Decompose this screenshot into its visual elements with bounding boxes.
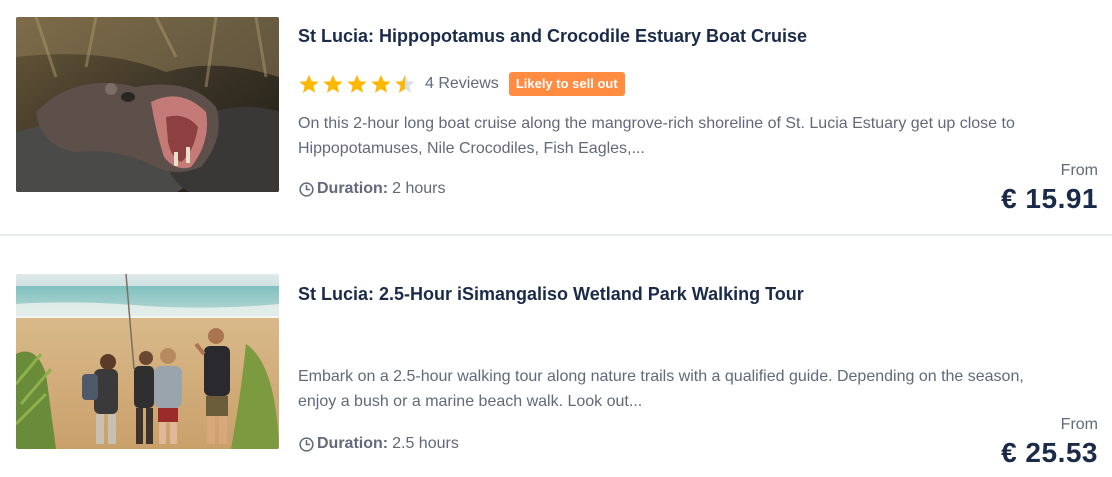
star-rating [298, 73, 418, 95]
clock-icon [299, 436, 314, 452]
activity-price: € 25.53 [1001, 437, 1098, 468]
activity-description: On this 2-hour long boat cruise along th… [298, 115, 1015, 157]
duration-value: 2.5 hours [392, 435, 459, 452]
activity-title[interactable]: St Lucia: 2.5-Hour iSimangaliso Wetland … [298, 284, 804, 305]
clock-icon [299, 181, 314, 197]
hippo-photo [16, 17, 279, 192]
activity-description: Embark on a 2.5-hour walking tour along … [298, 368, 1024, 410]
activity-card[interactable]: St Lucia: Hippopotamus and Crocodile Est… [0, 0, 1112, 235]
activity-price: € 15.91 [1001, 183, 1098, 214]
activity-duration: Duration: 2.5 hours [298, 435, 459, 453]
likely-to-sell-out-badge: Likely to sell out [508, 72, 625, 96]
beach-walk-photo [16, 274, 279, 449]
duration-value: 2 hours [392, 180, 446, 197]
price-from-label: From [1060, 162, 1098, 179]
price-from-label: From [1060, 416, 1098, 433]
card-divider [0, 234, 1112, 236]
review-count[interactable]: 4 Reviews [425, 75, 499, 93]
activity-card[interactable]: St Lucia: 2.5-Hour iSimangaliso Wetland … [0, 255, 1112, 477]
duration-label: Duration: [317, 435, 389, 452]
activity-title[interactable]: St Lucia: Hippopotamus and Crocodile Est… [298, 26, 807, 47]
star-full-icon [299, 74, 319, 93]
star-full-icon [371, 74, 391, 93]
star-half-icon [395, 74, 415, 93]
star-full-icon [347, 74, 367, 93]
star-full-icon [323, 74, 343, 93]
duration-label: Duration: [317, 180, 389, 197]
rating-row: 4 Reviews Likely to sell out [298, 71, 625, 97]
activity-duration: Duration: 2 hours [298, 180, 445, 198]
activity-image[interactable] [16, 17, 279, 192]
activity-list: St Lucia: Hippopotamus and Crocodile Est… [0, 0, 1112, 477]
activity-image[interactable] [16, 274, 279, 449]
